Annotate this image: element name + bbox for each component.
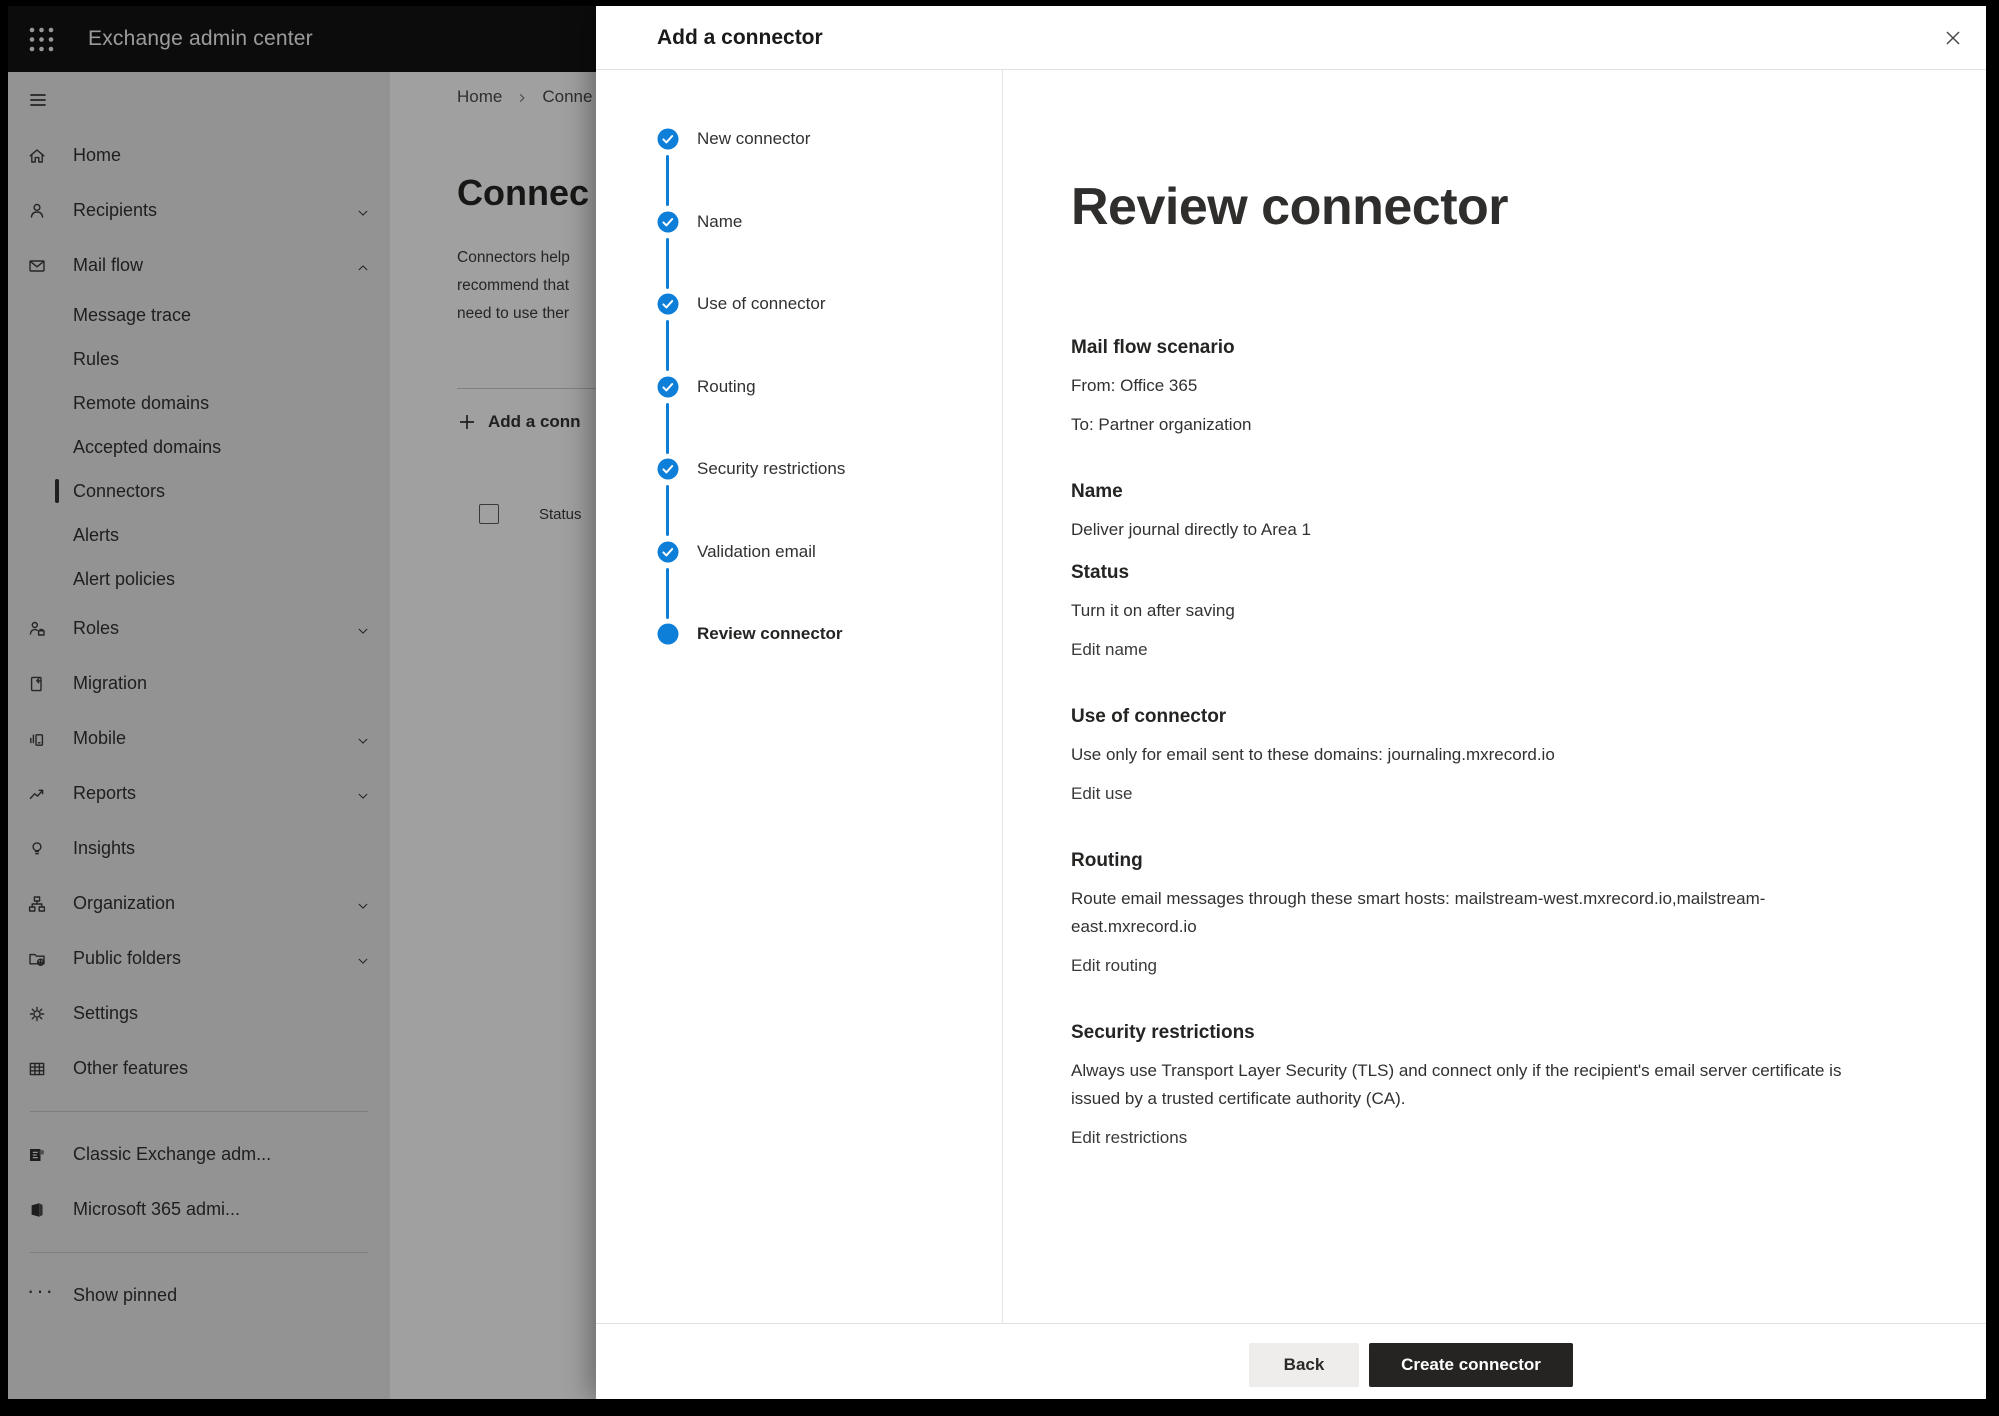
review-section-heading-routing: Routing	[1071, 848, 1866, 874]
edit-restrictions-link[interactable]: Edit restrictions	[1071, 1124, 1187, 1152]
wizard-step-label: Use of connector	[697, 294, 826, 314]
review-value-line: Always use Transport Layer Security (TLS…	[1071, 1057, 1866, 1113]
dialog-title: Add a connector	[657, 26, 823, 50]
dialog-footer: Back Create connector	[596, 1323, 1986, 1399]
edit-routing-link[interactable]: Edit routing	[1071, 952, 1157, 980]
add-connector-dialog: Add a connector New connector Name Use of …	[596, 6, 1986, 1399]
back-button[interactable]: Back	[1249, 1343, 1359, 1387]
wizard-step-name[interactable]: Name	[657, 211, 742, 233]
review-value-line: To: Partner organization	[1071, 411, 1866, 439]
review-title: Review connector	[1071, 178, 1896, 236]
wizard-step-label: Validation email	[697, 542, 816, 562]
wizard-step-label: New connector	[697, 129, 810, 149]
review-section-heading-name: Name	[1071, 479, 1866, 505]
step-complete-icon	[657, 458, 679, 480]
review-value-line: Deliver journal directly to Area 1	[1071, 516, 1866, 544]
step-current-icon	[657, 623, 679, 645]
review-section-heading-security-restrictions: Security restrictions	[1071, 1020, 1866, 1046]
wizard-step-validation-email[interactable]: Validation email	[657, 541, 816, 563]
wizard-step-label: Security restrictions	[697, 459, 845, 479]
review-value-line: Route email messages through these smart…	[1071, 885, 1866, 941]
step-connector-line	[666, 568, 669, 619]
wizard-step-security-restrictions[interactable]: Security restrictions	[657, 458, 845, 480]
wizard-step-routing[interactable]: Routing	[657, 376, 756, 398]
step-connector-line	[666, 485, 669, 536]
review-value-line: Use only for email sent to these domains…	[1071, 741, 1866, 769]
wizard-step-label: Routing	[697, 377, 756, 397]
step-connector-line	[666, 238, 669, 289]
close-icon[interactable]	[1942, 27, 1964, 49]
review-value-line: Turn it on after saving	[1071, 597, 1866, 625]
wizard-step-label: Name	[697, 212, 742, 232]
step-complete-icon	[657, 211, 679, 233]
wizard-step-review-connector[interactable]: Review connector	[657, 623, 843, 645]
edit-name-link[interactable]: Edit name	[1071, 636, 1148, 664]
step-complete-icon	[657, 128, 679, 150]
review-value-line: From: Office 365	[1071, 372, 1866, 400]
edit-use-link[interactable]: Edit use	[1071, 780, 1132, 808]
step-complete-icon	[657, 293, 679, 315]
review-section-heading-use-of-connector: Use of connector	[1071, 704, 1866, 730]
app-window: Exchange admin center HomeRecipientsMail…	[8, 6, 1986, 1399]
step-complete-icon	[657, 376, 679, 398]
create-connector-button[interactable]: Create connector	[1369, 1343, 1573, 1387]
wizard-step-use-of-connector[interactable]: Use of connector	[657, 293, 826, 315]
review-pane: Review connector Mail flow scenario From:…	[1003, 70, 1986, 1399]
step-complete-icon	[657, 541, 679, 563]
step-connector-line	[666, 403, 669, 454]
step-connector-line	[666, 320, 669, 371]
wizard-steps-rail: New connector Name Use of connector Routing…	[596, 70, 1003, 1323]
review-section-heading-mail-flow-scenario: Mail flow scenario	[1071, 335, 1866, 361]
wizard-step-label: Review connector	[697, 624, 843, 644]
wizard-step-new-connector[interactable]: New connector	[657, 128, 810, 150]
dialog-header: Add a connector	[596, 6, 1986, 70]
step-connector-line	[666, 155, 669, 206]
review-section-heading-status: Status	[1071, 560, 1866, 586]
